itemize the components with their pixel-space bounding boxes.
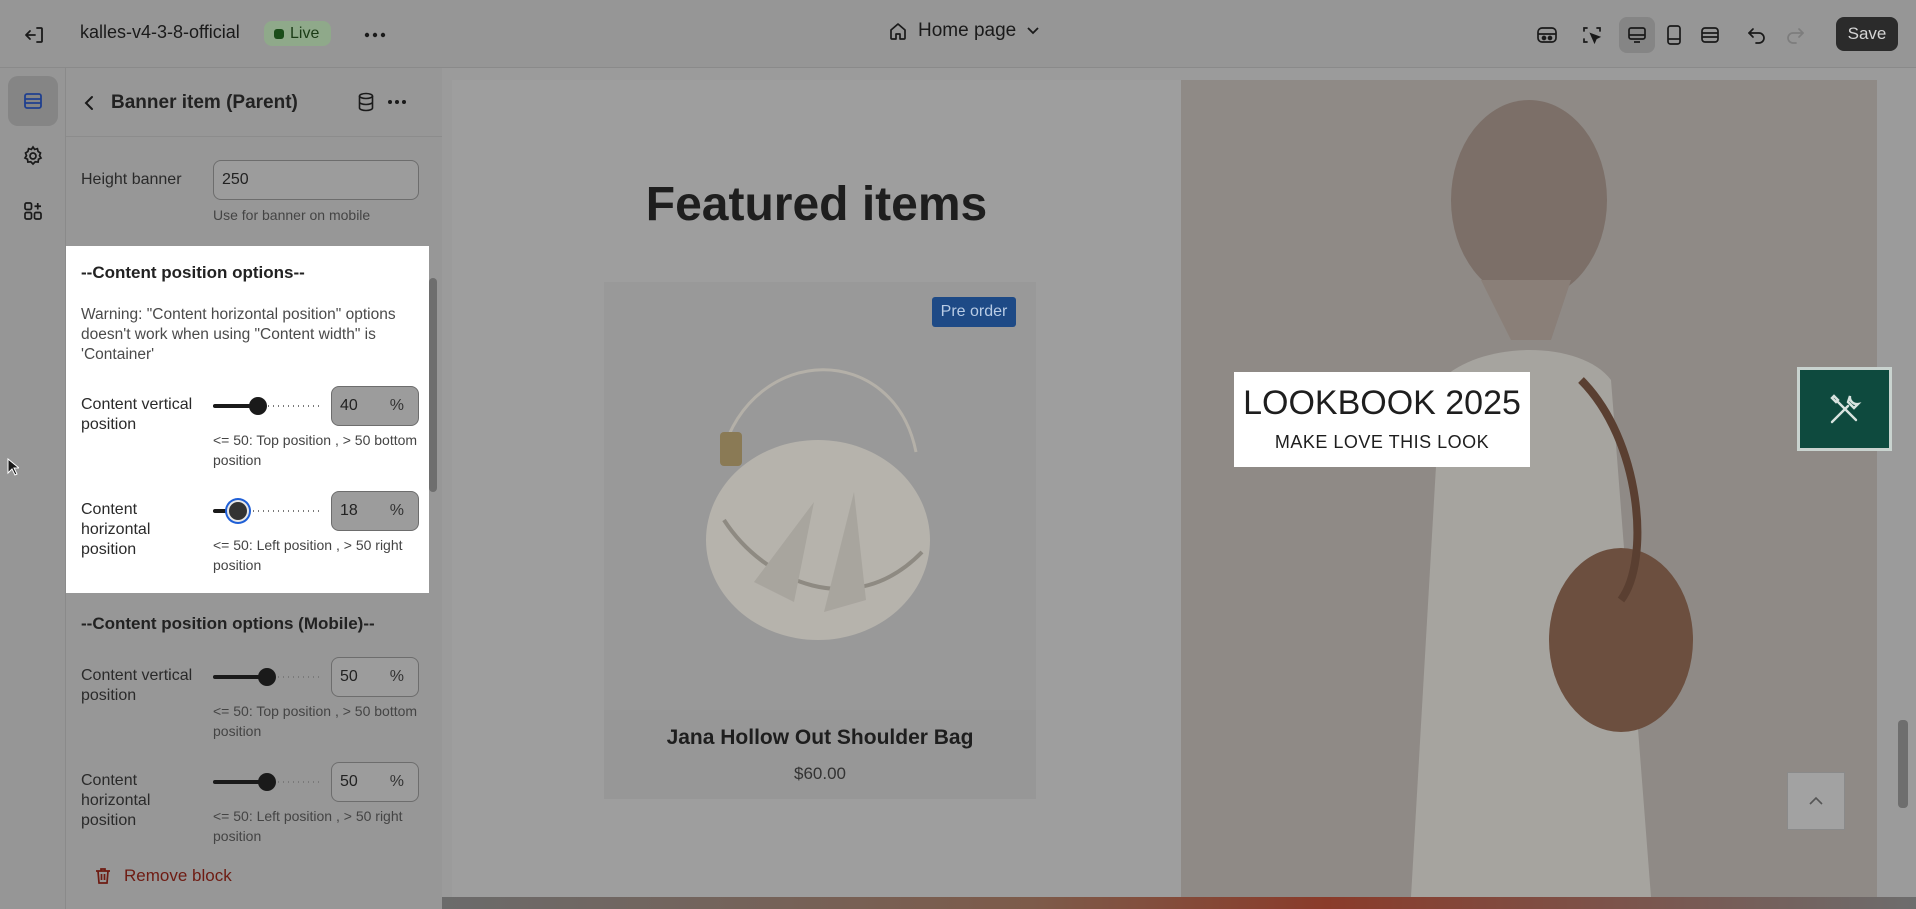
more-options-icon[interactable]: [362, 22, 388, 48]
lookbook-title: LOOKBOOK 2025: [1243, 384, 1521, 422]
bottom-preview-strip: [442, 897, 1916, 909]
slider-thumb[interactable]: [249, 397, 267, 415]
slider-thumb[interactable]: [258, 668, 276, 686]
apps-icon: [24, 202, 42, 220]
slider-thumb[interactable]: [258, 773, 276, 791]
product-name[interactable]: Jana Hollow Out Shoulder Bag: [604, 726, 1036, 750]
remove-block-label: Remove block: [124, 866, 232, 885]
top-bar: kalles-v4-3-8-official Live Home page Sa…: [0, 0, 1916, 68]
height-banner-help: Use for banner on mobile: [213, 207, 371, 223]
live-dot-icon: [274, 28, 284, 39]
chevron-up-icon: [1809, 796, 1823, 805]
content-position-mobile-title: --Content position options (Mobile)--: [81, 614, 375, 633]
undo-icon[interactable]: [1742, 20, 1772, 50]
left-rail: [0, 68, 66, 909]
chevron-down-icon: [1027, 27, 1039, 35]
mobile-vertical-help: <= 50: Top position , > 50 bottom positi…: [213, 703, 418, 739]
remove-block-button[interactable]: Remove block: [94, 866, 232, 886]
redo-icon[interactable]: [1780, 20, 1810, 50]
height-banner-label: Height banner: [81, 171, 182, 188]
mobile-vertical-label: Content vertical position: [81, 667, 193, 704]
live-badge-label: Live: [290, 24, 320, 42]
home-icon: [890, 23, 906, 40]
back-to-top-button[interactable]: [1787, 772, 1845, 830]
content-vertical-unit: %: [389, 397, 404, 414]
content-horizontal-help: <= 50: Left position , > 50 right positi…: [213, 537, 403, 573]
mobile-vertical-input[interactable]: 50 %: [331, 657, 419, 697]
inspector-icon[interactable]: [1577, 20, 1607, 50]
slider-thumb-focused[interactable]: [229, 502, 248, 520]
lookbook-banner[interactable]: [1181, 80, 1877, 897]
mobile-view-button[interactable]: [1656, 17, 1692, 53]
content-vertical-help: <= 50: Top position , > 50 bottom positi…: [213, 432, 418, 468]
fullscreen-view-button[interactable]: [1692, 17, 1728, 53]
tools-button[interactable]: [1797, 367, 1892, 451]
model-photo: [1181, 80, 1877, 897]
dynamic-source-icon[interactable]: [354, 90, 378, 114]
panel-title: Banner item (Parent): [111, 92, 298, 113]
panel-scrollbar[interactable]: [429, 278, 437, 492]
lookbook-subtitle: MAKE LOVE THIS LOOK: [1274, 432, 1490, 452]
panel-more-icon[interactable]: [384, 90, 410, 114]
content-vertical-value: 40: [340, 397, 358, 414]
gear-icon: [23, 145, 43, 166]
preview-scrollbar[interactable]: [1898, 720, 1908, 808]
height-banner-input[interactable]: 250: [213, 160, 419, 200]
content-vertical-input[interactable]: 40 %: [331, 386, 419, 426]
desktop-view-button[interactable]: [1619, 17, 1655, 53]
sections-button[interactable]: [8, 76, 58, 126]
save-button[interactable]: Save: [1836, 17, 1898, 51]
product-image[interactable]: [604, 282, 1036, 710]
mobile-vertical-unit: %: [389, 668, 404, 685]
page-selector[interactable]: Home page: [888, 20, 1040, 42]
mobile-horizontal-input[interactable]: 50 %: [331, 762, 419, 802]
trash-icon: [96, 868, 110, 884]
sections-icon: [24, 93, 42, 109]
content-position-title: --Content position options--: [81, 263, 305, 282]
apps-button[interactable]: [8, 186, 58, 236]
live-status-badge: Live: [264, 21, 332, 46]
mobile-icon: [1667, 25, 1681, 45]
fullscreen-icon: [1701, 27, 1719, 43]
back-arrow-icon[interactable]: [78, 92, 100, 114]
product-price: $60.00: [794, 764, 846, 783]
content-vertical-slider[interactable]: [213, 395, 321, 417]
mobile-horizontal-slider[interactable]: [213, 771, 321, 793]
store-name: kalles-v4-3-8-official: [80, 22, 240, 42]
preorder-badge: Pre order: [932, 297, 1016, 327]
mobile-horizontal-help: <= 50: Left position , > 50 right positi…: [213, 808, 403, 844]
content-horizontal-unit: %: [389, 502, 404, 519]
app-embeds-icon[interactable]: [1532, 20, 1562, 50]
content-horizontal-slider[interactable]: [213, 500, 321, 522]
panel-header: Banner item (Parent): [66, 68, 442, 136]
desktop-icon: [1628, 27, 1646, 43]
content-horizontal-input[interactable]: 18 %: [331, 491, 419, 531]
theme-settings-button[interactable]: [8, 131, 58, 181]
content-horizontal-value: 18: [340, 502, 358, 519]
exit-icon[interactable]: [22, 22, 48, 48]
mobile-vertical-value: 50: [340, 668, 358, 685]
tools-icon: [1829, 394, 1861, 424]
mobile-vertical-slider[interactable]: [213, 666, 321, 688]
product-card[interactable]: [604, 282, 1036, 799]
mobile-horizontal-label: Content horizontal position: [81, 772, 151, 829]
mobile-horizontal-value: 50: [340, 773, 358, 790]
featured-title: Featured items: [645, 178, 988, 231]
page-selector-label: Home page: [918, 20, 1017, 41]
content-horizontal-label: Content horizontal position: [81, 501, 151, 558]
mobile-horizontal-unit: %: [389, 773, 404, 790]
content-position-warning: Warning: "Content horizontal position" o…: [81, 306, 396, 363]
mouse-cursor-icon: [7, 457, 21, 481]
content-vertical-label: Content vertical position: [81, 396, 193, 433]
